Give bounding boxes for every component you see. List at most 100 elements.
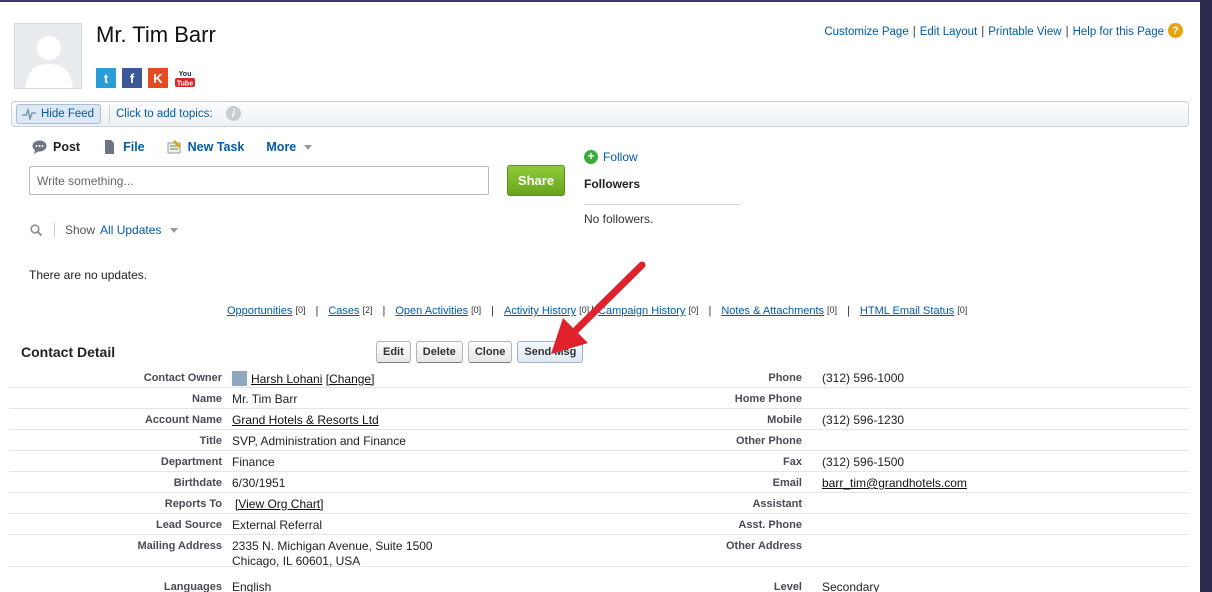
link-separator: | [708, 305, 712, 317]
field-value: Mr. Tim Barr [232, 392, 298, 406]
link-separator: | [847, 305, 850, 317]
pulse-icon [22, 108, 36, 120]
search-icon[interactable] [30, 224, 42, 236]
facebook-icon[interactable]: f [122, 68, 142, 88]
task-icon [167, 140, 181, 154]
field-value: barr_tim@grandhotels.com [822, 476, 967, 491]
chevron-down-icon[interactable] [170, 227, 179, 233]
klout-icon[interactable]: K [148, 68, 168, 88]
field-value: Grand Hotels & Resorts Ltd [232, 413, 379, 428]
owner-link[interactable]: Harsh Lohani [251, 372, 322, 386]
twitter-icon[interactable]: t [96, 68, 116, 88]
add-topics-link[interactable]: Click to add topics: [116, 108, 213, 120]
table-row: Department Finance Fax (312) 596-1500 [9, 451, 1189, 472]
post-input[interactable]: Write something... [29, 166, 489, 195]
table-row: Name Mr. Tim Barr Home Phone [9, 388, 1189, 409]
show-label: Show [65, 223, 96, 237]
youtube-icon[interactable]: You Tube [174, 68, 196, 88]
related-link-activity-history[interactable]: Activity History [504, 305, 576, 317]
field-label: Assistant [752, 498, 802, 510]
table-row: Languages English Level Secondary [9, 576, 1189, 592]
link-separator: | [382, 305, 386, 317]
field-label: Fax [783, 456, 802, 468]
user-icon [232, 371, 247, 386]
email-link[interactable]: barr_tim@grandhotels.com [822, 476, 967, 490]
info-icon[interactable]: i [226, 106, 241, 121]
person-silhouette-icon [25, 36, 73, 88]
tab-file[interactable]: File [102, 140, 145, 154]
tab-post-label: Post [53, 140, 81, 154]
page-title: Mr. Tim Barr [96, 22, 216, 47]
field-value: SVP, Administration and Finance [232, 434, 406, 448]
related-link-cases[interactable]: Cases [328, 305, 359, 317]
field-label: Account Name [144, 414, 222, 426]
help-icon[interactable]: ? [1168, 23, 1183, 38]
field-value: Harsh Lohani [Change] [232, 371, 374, 387]
related-list-links: Opportunities [0] | Cases [2] | Open Activ… [227, 305, 967, 317]
speech-bubble-icon [32, 140, 47, 154]
svg-text:Tube: Tube [177, 81, 193, 88]
related-count: [0] [688, 305, 699, 315]
related-count: [0] [579, 305, 590, 315]
tab-new-task-label: New Task [187, 140, 245, 154]
delete-button[interactable]: Delete [415, 341, 463, 363]
followers-empty: No followers. [584, 212, 654, 226]
field-value: English [232, 580, 272, 592]
tab-post[interactable]: Post [32, 140, 80, 154]
filter-dropdown[interactable]: All Updates [100, 223, 161, 237]
publisher-tabs: Post File New Task More [32, 140, 334, 154]
tab-file-label: File [123, 140, 145, 154]
tab-more[interactable]: More [266, 140, 313, 154]
clone-button[interactable]: Clone [467, 341, 513, 363]
chevron-down-icon [304, 144, 313, 150]
plus-icon: + [584, 150, 598, 164]
edit-button[interactable]: Edit [376, 341, 411, 363]
page-links: Customize Page | Edit Layout | Printable… [824, 26, 1164, 38]
field-value: 6/30/1951 [232, 476, 286, 490]
hide-feed-label: Hide Feed [41, 108, 95, 120]
send-msg-button[interactable]: Send Msg [517, 341, 584, 363]
follow-button[interactable]: + Follow [584, 150, 638, 164]
followers-heading: Followers [584, 177, 641, 191]
related-link-campaign-history[interactable]: Campaign History [598, 305, 685, 317]
field-value: 2335 N. Michigan Avenue, Suite 1500 Chic… [232, 539, 433, 569]
link-separator: | [981, 26, 985, 38]
link-separator: | [1065, 26, 1069, 38]
related-link-open-activities[interactable]: Open Activities [395, 305, 468, 317]
related-link-html-email-status[interactable]: HTML Email Status [860, 305, 954, 317]
table-row: Title SVP, Administration and Finance Ot… [9, 430, 1189, 451]
field-label: Phone [768, 372, 802, 384]
field-value: (312) 596-1000 [822, 371, 905, 385]
link-separator: | [315, 305, 319, 317]
contact-avatar[interactable] [14, 23, 82, 89]
customize-page-link[interactable]: Customize Page [824, 26, 908, 38]
field-label: Other Address [725, 540, 802, 552]
field-label: Mailing Address [137, 540, 222, 552]
change-owner-link[interactable]: [Change] [326, 372, 375, 386]
related-count: [2] [362, 305, 373, 315]
divider [584, 204, 741, 205]
svg-text:You: You [179, 71, 192, 78]
feed-toolbar: Hide Feed Click to add topics: i [11, 101, 1189, 127]
view-org-chart-link[interactable]: [View Org Chart] [235, 497, 323, 511]
feed-filter: Show All Updates [30, 223, 179, 237]
field-label: Name [192, 393, 222, 405]
tab-new-task[interactable]: New Task [167, 140, 245, 154]
related-link-opportunities[interactable]: Opportunities [227, 305, 292, 317]
social-icons: t f K You Tube [96, 68, 196, 88]
share-button[interactable]: Share [507, 165, 565, 196]
printable-view-link[interactable]: Printable View [988, 26, 1061, 38]
address-line-1: 2335 N. Michigan Avenue, Suite 1500 [232, 539, 433, 553]
detail-buttons: Edit Delete Clone Send Msg [376, 341, 584, 363]
account-link[interactable]: Grand Hotels & Resorts Ltd [232, 413, 379, 427]
hide-feed-button[interactable]: Hide Feed [16, 104, 102, 124]
field-label: Languages [163, 581, 222, 592]
table-row: Contact Owner Harsh Lohani [Change] Phon… [9, 367, 1189, 388]
help-link[interactable]: Help for this Page [1073, 26, 1164, 38]
edit-layout-link[interactable]: Edit Layout [920, 26, 978, 38]
related-count: [0] [471, 305, 482, 315]
related-link-notes-attachments[interactable]: Notes & Attachments [721, 305, 824, 317]
field-label: Asst. Phone [738, 519, 802, 531]
feed-empty-message: There are no updates. [29, 268, 148, 282]
link-separator: | [591, 305, 595, 317]
